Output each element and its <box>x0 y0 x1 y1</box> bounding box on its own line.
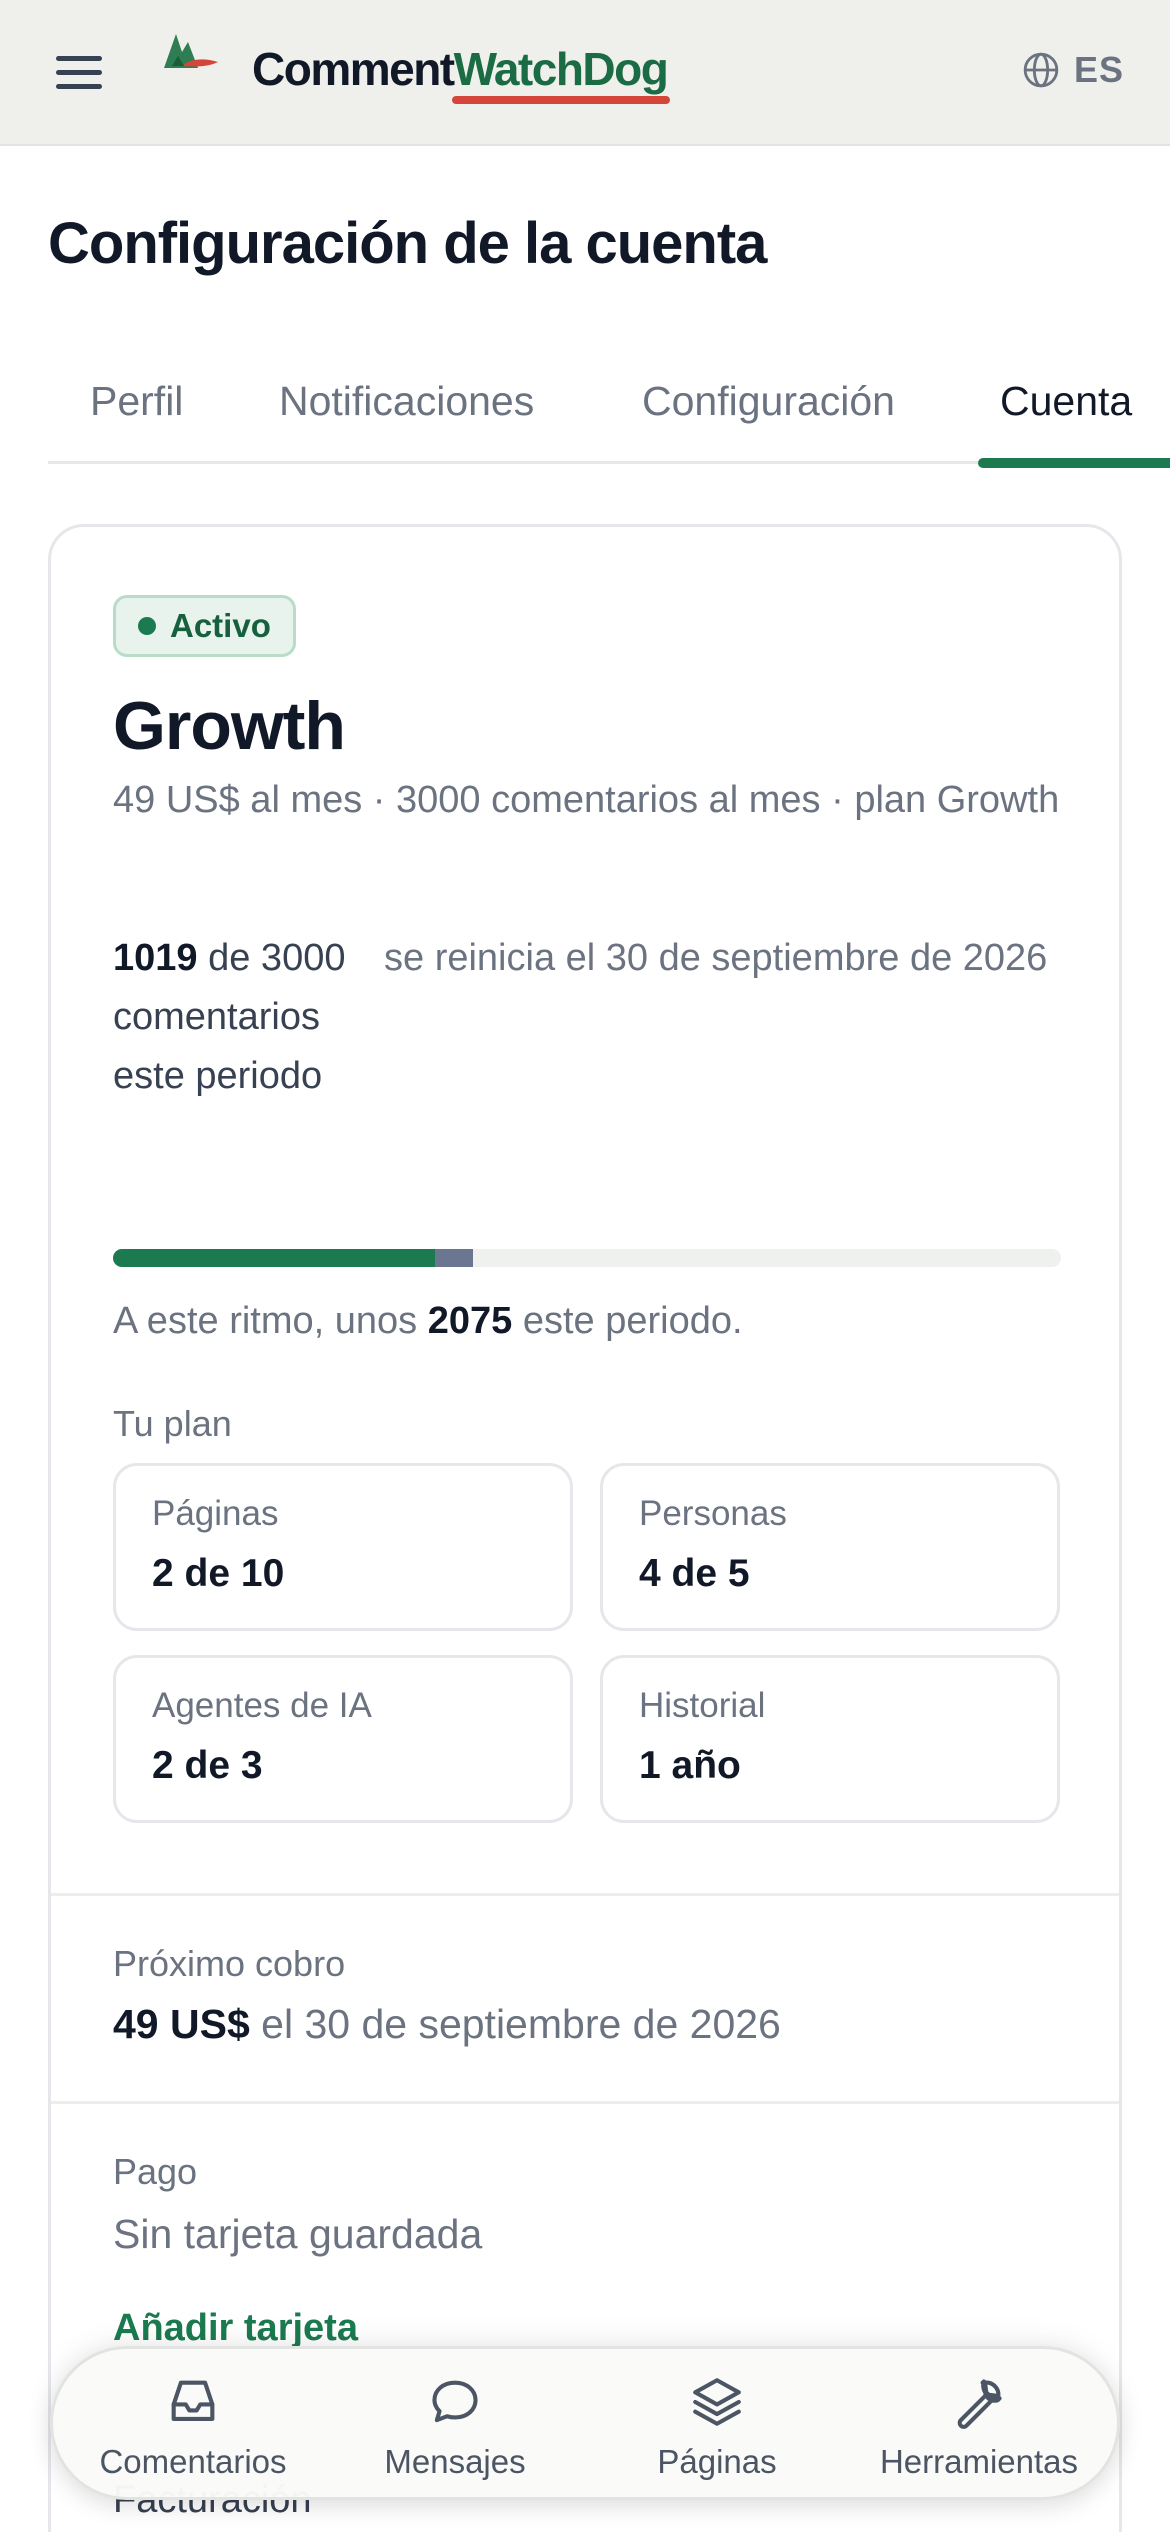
plan-name: Growth <box>113 688 346 764</box>
wrench-icon <box>957 2379 1002 2429</box>
pace-prefix: A este ritmo, unos <box>113 1300 428 1342</box>
tab-perfil[interactable]: Perfil <box>90 378 183 425</box>
layers-icon <box>693 2378 741 2426</box>
language-selector[interactable]: ES <box>1022 48 1124 92</box>
next-charge-value: 49 US$ el 30 de septiembre de 2026 <box>113 2001 781 2048</box>
add-card-link[interactable]: Añadir tarjeta <box>113 2307 358 2350</box>
nav-paginas[interactable]: Páginas <box>587 2373 847 2481</box>
nav-mensajes[interactable]: Mensajes <box>325 2373 585 2481</box>
plan-tile-historial: Historial 1 año <box>600 1655 1060 1823</box>
tile-value: 2 de 10 <box>152 1552 285 1595</box>
usage-progress-bar <box>113 1249 1061 1267</box>
chat-bubble-icon <box>432 2380 478 2423</box>
page-title: Configuración de la cuenta <box>48 211 767 276</box>
settings-tabs: Perfil Notificaciones Configuración Cuen… <box>48 360 1170 468</box>
plan-tile-personas: Personas 4 de 5 <box>600 1463 1060 1631</box>
reset-date-text: se reinicia el 30 de septiembre de 2026 <box>384 937 1048 979</box>
projected-usage-fill <box>435 1249 474 1267</box>
pace-suffix: este periodo. <box>512 1300 743 1342</box>
pace-value: 2075 <box>427 1300 513 1342</box>
bottom-navigation: Comentarios Mensajes Páginas Herramienta… <box>50 2346 1120 2500</box>
nav-comentarios[interactable]: Comentarios <box>63 2373 323 2481</box>
tile-label: Personas <box>639 1494 787 1533</box>
usage-progress-fill <box>113 1249 436 1267</box>
tile-value: 1 año <box>639 1744 741 1787</box>
status-label: Activo <box>170 607 271 644</box>
next-charge-label: Próximo cobro <box>113 1943 346 1984</box>
brand-logo-text[interactable]: CommentWatchDog <box>252 42 669 96</box>
section-divider <box>51 1893 1119 1896</box>
nav-label: Páginas <box>657 2443 777 2480</box>
active-tab-indicator <box>978 458 1170 468</box>
tab-configuracion[interactable]: Configuración <box>642 378 895 425</box>
logo-icon <box>164 34 218 68</box>
nav-label: Mensajes <box>384 2443 526 2480</box>
nav-herramientas[interactable]: Herramientas <box>849 2373 1109 2481</box>
inbox-icon <box>171 2380 215 2421</box>
payment-label: Pago <box>113 2151 198 2192</box>
plan-description: 49 US$ al mes · 3000 comentarios al mes … <box>113 779 1060 821</box>
nav-label: Herramientas <box>879 2443 1079 2480</box>
usage-count: 1019 <box>113 937 198 979</box>
plan-tile-agentes: Agentes de IA 2 de 3 <box>113 1655 573 1823</box>
pace-projection: A este ritmo, unos 2075 este periodo. <box>113 1292 743 1351</box>
nav-label: Comentarios <box>99 2443 287 2480</box>
section-divider <box>51 2101 1119 2104</box>
tile-label: Agentes de IA <box>152 1686 372 1725</box>
tile-label: Páginas <box>152 1494 279 1533</box>
plan-tile-paginas: Páginas 2 de 10 <box>113 1463 573 1631</box>
plan-section-label: Tu plan <box>113 1403 232 1444</box>
status-dot-icon <box>138 617 156 635</box>
tile-value: 4 de 5 <box>639 1552 750 1595</box>
usage-summary: 1019 de 3000 comentarios este periodo <box>113 929 353 1106</box>
payment-status: Sin tarjeta guardada <box>113 2211 483 2257</box>
tile-label: Historial <box>639 1686 766 1725</box>
tile-value: 2 de 3 <box>152 1744 263 1787</box>
hamburger-menu-button[interactable] <box>56 56 102 90</box>
globe-icon <box>1023 52 1059 88</box>
account-card: Activo Growth 49 US$ al mes · 3000 comen… <box>48 524 1122 2532</box>
tab-notificaciones[interactable]: Notificaciones <box>279 378 534 425</box>
language-code: ES <box>1073 49 1124 90</box>
tab-cuenta[interactable]: Cuenta <box>1000 378 1132 425</box>
logo-underline <box>452 96 670 104</box>
status-badge: Activo <box>113 595 296 657</box>
top-header: CommentWatchDog ES <box>0 0 1170 146</box>
next-charge-date: el 30 de septiembre de 2026 <box>249 2001 781 2047</box>
next-charge-amount: 49 US$ <box>113 2001 250 2047</box>
